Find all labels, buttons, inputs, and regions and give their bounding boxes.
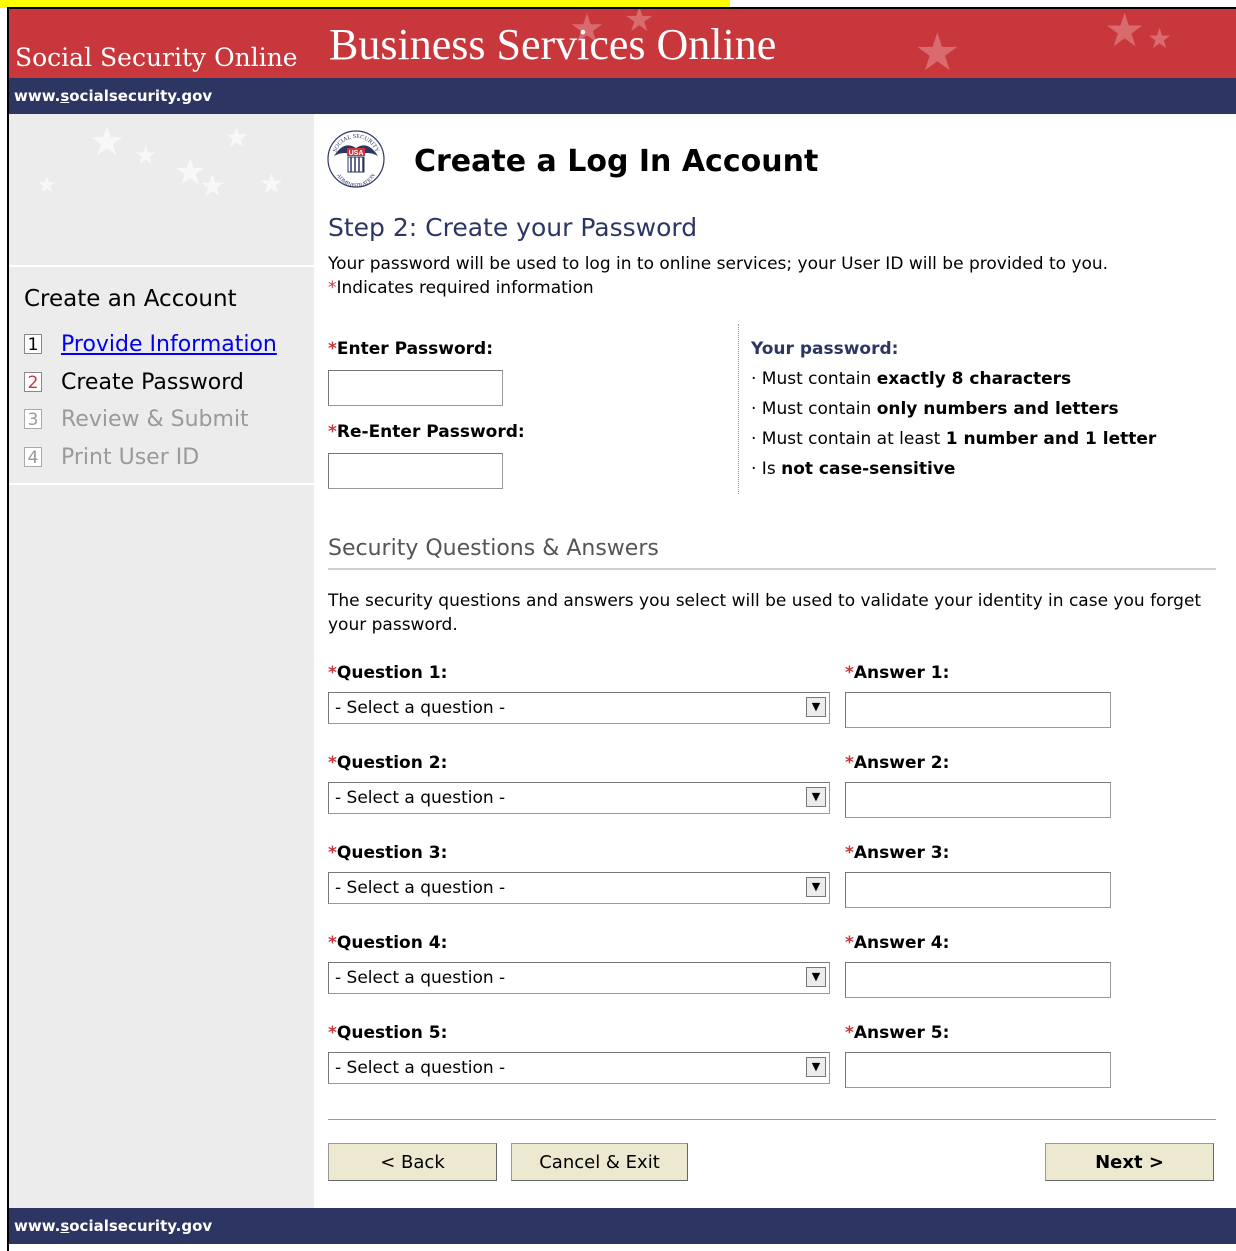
sidebar-title: Create an Account: [24, 286, 237, 312]
question-3-select[interactable]: - Select a question - ▼: [328, 872, 830, 904]
security-heading: Security Questions & Answers: [328, 536, 659, 561]
site-title: Business Services Online: [329, 20, 777, 69]
cancel-exit-button[interactable]: Cancel & Exit: [511, 1143, 688, 1181]
enter-password-field[interactable]: [328, 370, 503, 406]
sidebar-divider: [9, 265, 314, 267]
question-5-label: *Question 5:: [328, 1023, 448, 1043]
answer-1-label: *Answer 1:: [845, 663, 950, 683]
answer-4-label: *Answer 4:: [845, 933, 950, 953]
banner-star-icon: ★: [1104, 9, 1146, 56]
sidebar-step-create-password: 2 Create Password: [24, 367, 244, 397]
step-number: 4: [24, 447, 42, 468]
button-divider: [328, 1119, 1216, 1120]
site-url[interactable]: www.socialsecurity.gov: [14, 87, 212, 105]
answer-3-label: *Answer 3:: [845, 843, 950, 863]
sidebar-step-review-submit: 3 Review & Submit: [24, 404, 249, 434]
question-4-label: *Question 4:: [328, 933, 448, 953]
sidebar-step-print-user-id: 4 Print User ID: [24, 442, 199, 472]
password-rule: · Must contain exactly 8 characters: [751, 369, 1072, 389]
chevron-down-icon[interactable]: ▼: [806, 697, 826, 717]
step-number: 3: [24, 409, 42, 430]
intro-text: Your password will be used to log in to …: [328, 254, 1109, 274]
answer-2-label: *Answer 2:: [845, 753, 950, 773]
answer-1-field[interactable]: [845, 692, 1111, 728]
chevron-down-icon[interactable]: ▼: [806, 967, 826, 987]
step-heading: Step 2: Create your Password: [328, 213, 698, 242]
section-divider: [328, 568, 1216, 570]
step-label: Review & Submit: [61, 406, 249, 432]
page-frame: ★ ★ ★ ★ ★ Social Security Online Busines…: [7, 7, 1236, 1251]
step-label: Create Password: [61, 369, 244, 395]
column-divider: [738, 324, 739, 494]
question-1-label: *Question 1:: [328, 663, 448, 683]
back-button[interactable]: < Back: [328, 1143, 497, 1181]
footer-url[interactable]: www.socialsecurity.gov: [14, 1217, 212, 1235]
chevron-down-icon[interactable]: ▼: [806, 877, 826, 897]
step-number: 2: [24, 372, 42, 393]
footer-bar: www.socialsecurity.gov: [9, 1208, 1236, 1244]
next-button[interactable]: Next >: [1045, 1143, 1214, 1181]
org-name: Social Security Online: [15, 43, 298, 72]
decor-star-icon: ★: [259, 168, 285, 199]
question-4-select[interactable]: - Select a question - ▼: [328, 962, 830, 994]
decor-star-icon: ★: [224, 122, 250, 153]
chevron-down-icon[interactable]: ▼: [806, 1057, 826, 1077]
answer-5-label: *Answer 5:: [845, 1023, 950, 1043]
required-note: *Indicates required information: [328, 278, 594, 298]
password-rule: · Is not case-sensitive: [751, 459, 956, 479]
decor-star-icon: ★: [37, 172, 57, 197]
question-5-select[interactable]: - Select a question - ▼: [328, 1052, 830, 1084]
banner-star-icon: ★: [914, 24, 961, 78]
step-link[interactable]: Provide Information: [61, 332, 277, 357]
chevron-down-icon[interactable]: ▼: [806, 787, 826, 807]
password-rule: · Must contain only numbers and letters: [751, 399, 1119, 419]
decor-star-icon: ★: [89, 120, 125, 164]
question-2-select[interactable]: - Select a question - ▼: [328, 782, 830, 814]
answer-4-field[interactable]: [845, 962, 1111, 998]
page-title: Create a Log In Account: [414, 144, 819, 179]
decor-star-icon: ★: [134, 140, 158, 170]
answer-2-field[interactable]: [845, 782, 1111, 818]
password-rule: · Must contain at least 1 number and 1 l…: [751, 429, 1157, 449]
security-description: The security questions and answers you s…: [328, 591, 1202, 635]
step-number: 1: [24, 334, 42, 355]
url-bar: www.socialsecurity.gov: [9, 78, 1236, 114]
question-3-label: *Question 3:: [328, 843, 448, 863]
sidebar-step-provide-information[interactable]: 1 Provide Information: [24, 329, 277, 359]
site-banner: ★ ★ ★ ★ ★ Social Security Online Busines…: [9, 9, 1236, 78]
decor-star-icon: ★: [199, 170, 226, 203]
answer-3-field[interactable]: [845, 872, 1111, 908]
banner-star-icon: ★: [1147, 23, 1173, 54]
reenter-password-label: *Re-Enter Password:: [328, 422, 525, 442]
step-label: Print User ID: [61, 444, 200, 470]
enter-password-label: *Enter Password:: [328, 339, 494, 359]
ssa-seal-icon: USA SOCIAL SECURITY ADMINISTRATION: [327, 130, 385, 189]
sidebar: ★ ★ ★ ★ ★ ★ ★ Create an Account 1 Provid…: [9, 114, 314, 1208]
reenter-password-field[interactable]: [328, 453, 503, 489]
sidebar-divider: [9, 483, 314, 485]
sidebar-stars: ★ ★ ★ ★ ★ ★ ★: [9, 114, 314, 264]
question-2-label: *Question 2:: [328, 753, 448, 773]
svg-text:USA: USA: [349, 150, 364, 157]
question-1-select[interactable]: - Select a question - ▼: [328, 692, 830, 724]
answer-5-field[interactable]: [845, 1052, 1111, 1088]
password-rules-title: Your password:: [751, 339, 899, 359]
